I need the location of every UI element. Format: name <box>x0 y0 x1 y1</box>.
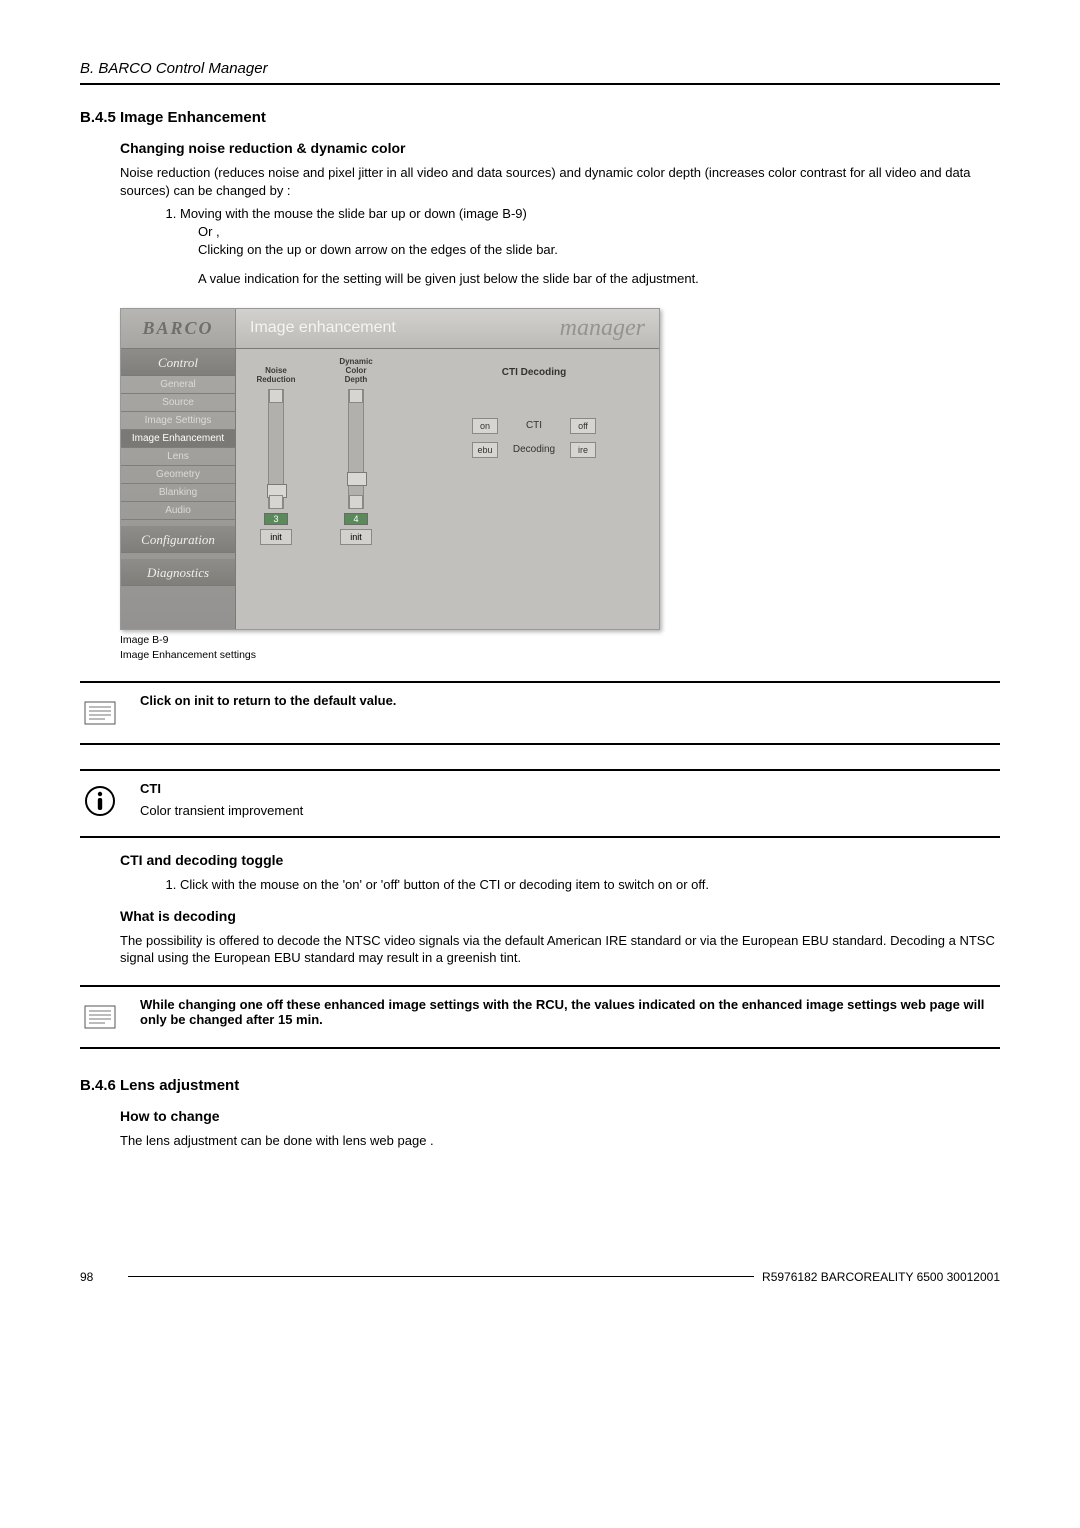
cti-row: on CTI off <box>429 418 639 434</box>
slider-track-color[interactable] <box>348 389 364 509</box>
cti-decoding-block: CTI Decoding on CTI off ebu Decoding ire <box>429 367 639 466</box>
cti-toggle-step: Click with the mouse on the 'on' or 'off… <box>180 876 1000 894</box>
info-cti-title: CTI <box>140 781 161 796</box>
sidebar-item-image-settings[interactable]: Image Settings <box>121 412 235 430</box>
slider-label-noise: Noise Reduction <box>250 361 302 385</box>
caption-line2: Image Enhancement settings <box>120 649 1000 663</box>
doc-id: R5976182 BARCOREALITY 6500 30012001 <box>762 1270 1000 1284</box>
sidebar-head-configuration[interactable]: Configuration <box>121 526 235 553</box>
step-1-text: Moving with the mouse the slide bar up o… <box>180 206 527 221</box>
note-init-text: Click on init to return to the default v… <box>140 693 396 708</box>
sidebar-item-audio[interactable]: Audio <box>121 502 235 520</box>
cti-decoding-title: CTI Decoding <box>429 367 639 378</box>
sidebar-head-diagnostics[interactable]: Diagnostics <box>121 559 235 586</box>
step-1: Moving with the mouse the slide bar up o… <box>180 205 1000 288</box>
sidebar-item-image-enhancement[interactable]: Image Enhancement <box>121 430 235 448</box>
intro-text: Noise reduction (reduces noise and pixel… <box>120 164 1000 199</box>
brand-manager: manager <box>560 315 659 342</box>
decoding-body: The possibility is offered to decode the… <box>120 932 1000 967</box>
page-header: B. BARCO Control Manager <box>80 60 1000 85</box>
slider-noise-reduction: Noise Reduction 3 init <box>250 361 302 545</box>
barco-logo: BARCO <box>121 309 236 348</box>
decoding-row: ebu Decoding ire <box>429 442 639 458</box>
main-panel: Noise Reduction 3 init Dynamic Color Dep… <box>236 349 659 629</box>
subheading-cti-toggle: CTI and decoding toggle <box>120 852 1000 868</box>
note-icon <box>80 693 120 733</box>
slider-thumb-noise[interactable] <box>267 484 287 498</box>
init-button-color[interactable]: init <box>340 529 372 545</box>
note-init: Click on init to return to the default v… <box>80 683 1000 745</box>
page-number: 98 <box>80 1270 120 1284</box>
subheading-noise: Changing noise reduction & dynamic color <box>120 140 1000 156</box>
sidebar-item-general[interactable]: General <box>121 376 235 394</box>
subheading-how-to-change: How to change <box>120 1108 1000 1124</box>
sidebar-item-blanking[interactable]: Blanking <box>121 484 235 502</box>
section-heading-b45: B.4.5 Image Enhancement <box>80 109 1000 126</box>
note-rcu: While changing one off these enhanced im… <box>80 987 1000 1049</box>
slider-track-noise[interactable] <box>268 389 284 509</box>
slider-label-color: Dynamic Color Depth <box>330 361 382 385</box>
footer: 98 R5976182 BARCOREALITY 6500 30012001 <box>80 1270 1000 1284</box>
sidebar-item-geometry[interactable]: Geometry <box>121 466 235 484</box>
caption-line1: Image B-9 <box>120 634 1000 648</box>
init-button-noise[interactable]: init <box>260 529 292 545</box>
sidebar-item-lens[interactable]: Lens <box>121 448 235 466</box>
slider-value-color: 4 <box>344 513 368 525</box>
slider-value-noise: 3 <box>264 513 288 525</box>
cti-off-button[interactable]: off <box>570 418 596 434</box>
sidebar-item-source[interactable]: Source <box>121 394 235 412</box>
info-icon <box>80 781 120 821</box>
section-heading-b46: B.4.6 Lens adjustment <box>80 1077 1000 1094</box>
slider-dynamic-color: Dynamic Color Depth 4 init <box>330 361 382 545</box>
slider-thumb-color[interactable] <box>347 472 367 486</box>
step-or: Or , <box>198 223 1000 241</box>
sidebar-head-control[interactable]: Control <box>121 349 235 376</box>
sidebar: Control General Source Image Settings Im… <box>121 349 236 629</box>
value-indication: A value indication for the setting will … <box>198 270 1000 288</box>
screenshot-image-enhancement: BARCO Image enhancement manager Control … <box>120 308 1000 630</box>
note-icon-2 <box>80 997 120 1037</box>
step-or-line: Clicking on the up or down arrow on the … <box>198 241 1000 259</box>
subheading-decoding: What is decoding <box>120 908 1000 924</box>
decoding-ebu-button[interactable]: ebu <box>472 442 498 458</box>
cti-on-button[interactable]: on <box>472 418 498 434</box>
decoding-label: Decoding <box>506 444 562 455</box>
info-cti-body: Color transient improvement <box>140 802 1000 820</box>
lens-body: The lens adjustment can be done with len… <box>120 1132 1000 1150</box>
cti-label: CTI <box>506 420 562 431</box>
decoding-ire-button[interactable]: ire <box>570 442 596 458</box>
info-cti: CTI Color transient improvement <box>80 771 1000 838</box>
panel-title: Image enhancement <box>236 319 560 337</box>
note-rcu-text: While changing one off these enhanced im… <box>140 997 984 1027</box>
